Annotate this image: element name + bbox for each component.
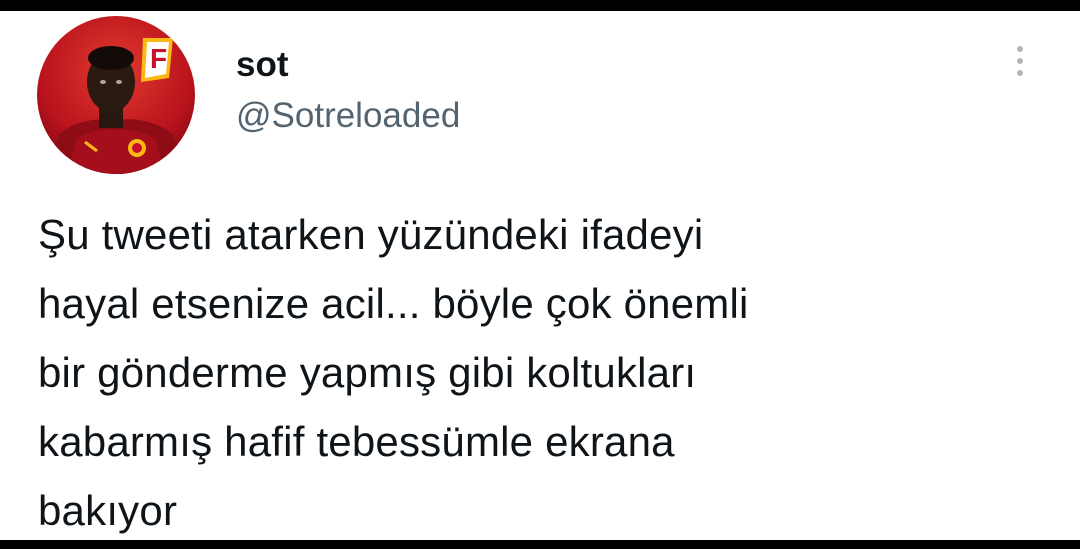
tweet-text-line: bir gönderme yapmış gibi koltukları [38, 349, 697, 396]
tweet-text-line: hayal etsenize acil... böyle çok önemli [38, 280, 749, 327]
tweet-text-line: kabarmış hafif tebessümle ekrana [38, 418, 675, 465]
tweet-card: F sot @Sotreloaded Şu tweeti atarken yüz… [0, 11, 1080, 540]
display-name[interactable]: sot [236, 45, 289, 85]
tweet-text: Şu tweeti atarken yüzündeki ifadeyi haya… [38, 200, 1048, 540]
tweet-text-line: bakıyor [38, 487, 178, 534]
tweet-text-line: Şu tweeti atarken yüzündeki ifadeyi [38, 211, 704, 258]
avatar[interactable]: F [37, 16, 195, 174]
more-options-button[interactable] [1004, 39, 1036, 83]
more-vertical-icon [1017, 46, 1023, 76]
svg-text:F: F [150, 43, 167, 74]
user-handle[interactable]: @Sotreloaded [236, 96, 460, 136]
profile-photo-icon: F [37, 16, 195, 174]
